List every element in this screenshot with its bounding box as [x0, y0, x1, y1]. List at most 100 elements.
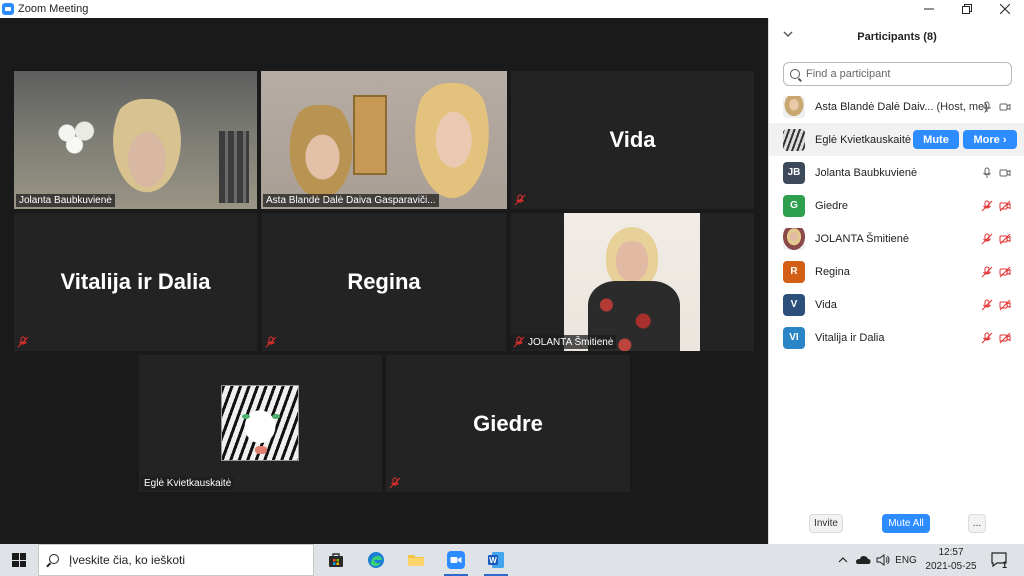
minimize-icon [924, 8, 934, 10]
tile-name-label: Eglė Kvietkauskaitė [141, 477, 235, 490]
search-icon [790, 69, 800, 79]
avatar: V [783, 293, 805, 316]
participant-row[interactable]: V Vida [769, 288, 1024, 321]
participant-video [261, 71, 507, 209]
windows-taskbar: Įveskite čia, ko ieškoti W ENG 12:57 202… [0, 544, 1024, 576]
minimize-button[interactable] [910, 0, 948, 18]
video-camera-icon[interactable] [999, 167, 1011, 179]
video-off-icon[interactable] [999, 299, 1011, 311]
participant-row-host[interactable]: Asta Blandė Dalė Daiv... (Host, me) [769, 90, 1024, 123]
participant-name: Giedre [815, 199, 849, 212]
svg-text:W: W [489, 556, 497, 565]
taskbar-clock[interactable]: 12:57 2021-05-25 [920, 546, 982, 574]
mic-muted-icon[interactable] [981, 200, 993, 212]
avatar [783, 227, 805, 250]
video-gallery: Jolanta Baubkuvienė Asta Blandė Dalė Dai… [0, 18, 768, 544]
participant-row-egle[interactable]: Eglė Kvietkauskaitė Mute More › [769, 123, 1024, 156]
word-icon: W [488, 552, 504, 568]
onedrive-tray[interactable] [854, 544, 872, 576]
mic-muted-icon [514, 194, 526, 206]
tile-name-label: JOLANTA Šmitienė [511, 335, 617, 349]
participant-row[interactable]: R Regina [769, 255, 1024, 288]
mute-button[interactable]: Mute [913, 130, 959, 149]
mic-muted-icon[interactable] [981, 332, 993, 344]
zoom-icon [447, 551, 465, 569]
tile-display-name: Vitalija ir Dalia [60, 269, 211, 294]
microphone-icon[interactable] [981, 101, 993, 113]
video-camera-icon[interactable] [999, 101, 1011, 113]
file-explorer-icon [408, 555, 424, 566]
taskbar-search-placeholder: Įveskite čia, ko ieškoti [69, 553, 186, 567]
volume-tray[interactable] [874, 544, 892, 576]
taskbar-file-explorer[interactable] [396, 544, 436, 576]
notifications-button[interactable]: 1 [988, 544, 1012, 576]
video-tile-egle[interactable]: Eglė Kvietkauskaitė [139, 355, 382, 492]
video-tile-vitalija[interactable]: Vitalija ir Dalia [14, 213, 257, 351]
participant-name: Regina [815, 265, 850, 278]
taskbar-search-box[interactable]: Įveskite čia, ko ieškoti [38, 544, 314, 576]
participants-footer: Invite Mute All ... [769, 512, 1024, 534]
video-off-icon[interactable] [999, 233, 1011, 245]
notification-count: 1 [1002, 560, 1008, 570]
participant-row[interactable]: VI Vitalija ir Dalia [769, 321, 1024, 354]
edge-icon [368, 552, 384, 568]
clock-date: 2021-05-25 [925, 561, 977, 572]
participants-header: Participants (8) [769, 18, 1024, 56]
participant-name: Vida [815, 298, 837, 311]
restore-icon [962, 4, 972, 14]
taskbar-zoom[interactable] [436, 544, 476, 576]
participant-name-wrap: Asta Blandė Dalė Daiv... (Host, me) [815, 101, 988, 113]
participant-name: Jolanta Baubkuvienė [815, 166, 918, 179]
video-tile-jolanta[interactable]: Jolanta Baubkuvienė [14, 71, 257, 209]
more-button[interactable]: More › [963, 130, 1017, 149]
participant-name: Vitalija ir Dalia [815, 331, 885, 344]
avatar [783, 128, 805, 151]
mic-muted-icon [389, 477, 401, 489]
tile-display-name: Vida [609, 127, 656, 152]
video-tile-giedre[interactable]: Giedre [386, 355, 630, 492]
participant-profile-photo-tiger [221, 385, 299, 461]
video-off-icon[interactable] [999, 266, 1011, 278]
video-tile-vida[interactable]: Vida [511, 71, 754, 209]
close-button[interactable] [986, 0, 1024, 18]
video-off-icon[interactable] [999, 200, 1011, 212]
participant-name: Asta Blandė Dalė Daiv... [815, 100, 934, 113]
participant-row[interactable]: JOLANTA Šmitienė [769, 222, 1024, 255]
participants-panel: Participants (8) Find a participant Asta… [768, 18, 1024, 544]
taskbar-edge[interactable] [356, 544, 396, 576]
video-tile-jolanta-smitiene[interactable]: JOLANTA Šmitienė [511, 213, 754, 351]
taskbar-store[interactable] [316, 544, 356, 576]
video-tile-asta-active-speaker[interactable]: Asta Blandė Dalė Daiva Gasparaviči... [261, 71, 507, 209]
microphone-icon[interactable] [981, 167, 993, 179]
title-bar: Zoom Meeting [0, 0, 1024, 18]
avatar: R [783, 260, 805, 283]
participant-search-input[interactable]: Find a participant [783, 62, 1012, 86]
show-hidden-icons-button[interactable] [836, 544, 850, 576]
video-off-icon[interactable] [999, 332, 1011, 344]
participant-row[interactable]: JB Jolanta Baubkuvienė [769, 156, 1024, 189]
mic-muted-icon [513, 336, 525, 348]
video-tile-regina[interactable]: Regina [262, 213, 506, 351]
participant-row[interactable]: G Giedre [769, 189, 1024, 222]
input-language[interactable]: ENG [894, 544, 918, 576]
restore-button[interactable] [948, 0, 986, 18]
participant-video [14, 71, 257, 209]
participant-name: JOLANTA Šmitienė [815, 232, 909, 245]
mute-all-button[interactable]: Mute All [882, 514, 930, 533]
speaker-icon [876, 554, 890, 566]
more-options-button[interactable]: ... [968, 514, 986, 533]
invite-button[interactable]: Invite [809, 514, 843, 533]
tile-name-label: Jolanta Baubkuvienė [16, 194, 115, 207]
mic-muted-icon[interactable] [981, 299, 993, 311]
zoom-app-icon [2, 3, 14, 15]
participant-name: Eglė Kvietkauskaitė [815, 133, 911, 146]
taskbar-word[interactable]: W [476, 544, 516, 576]
mic-muted-icon[interactable] [981, 233, 993, 245]
mic-muted-icon[interactable] [981, 266, 993, 278]
chevron-down-icon[interactable] [783, 30, 793, 41]
window-title: Zoom Meeting [18, 3, 89, 15]
clock-time: 12:57 [938, 547, 964, 558]
search-placeholder: Find a participant [806, 68, 891, 80]
start-button[interactable] [0, 544, 38, 576]
windows-logo-icon [12, 553, 26, 567]
